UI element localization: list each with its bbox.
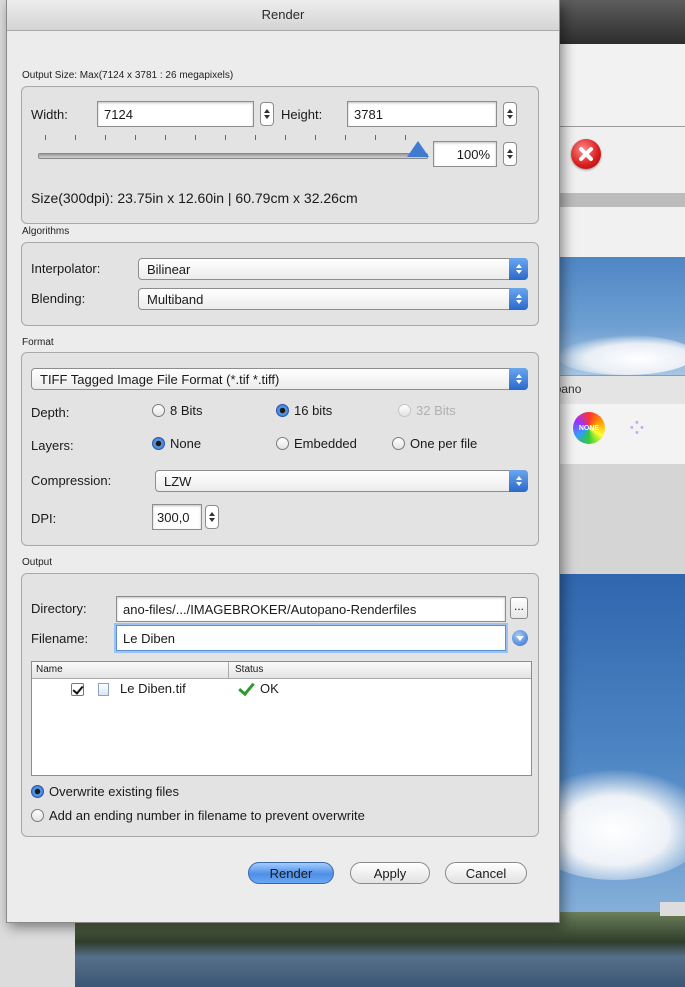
blending-select[interactable]: Multiband <box>138 288 528 310</box>
column-name[interactable]: Name <box>36 664 63 675</box>
depth-8-bits-label: 8 Bits <box>170 403 203 418</box>
ok-check-icon <box>238 678 255 697</box>
depth-8-bits-radio[interactable]: 8 Bits <box>152 403 203 418</box>
color-wheel-icon[interactable]: NONE <box>573 412 605 444</box>
blending-label: Blending: <box>31 291 86 306</box>
filename-input[interactable]: Le Diben <box>116 625 506 651</box>
background-panel-2 <box>540 207 685 257</box>
file-format-value: TIFF Tagged Image File Format (*.tif *.t… <box>40 372 280 387</box>
background-panel <box>540 44 685 127</box>
layers-one-per-file-label: One per file <box>410 436 478 451</box>
overwrite-label: Overwrite existing files <box>49 784 180 799</box>
layers-embedded-label: Embedded <box>294 436 357 451</box>
select-arrows-icon <box>509 258 528 280</box>
file-status: OK <box>260 681 279 696</box>
format-group: TIFF Tagged Image File Format (*.tif *.t… <box>21 352 539 546</box>
layers-embedded-radio[interactable]: Embedded <box>276 436 357 451</box>
select-arrows-icon <box>509 288 528 310</box>
file-format-select[interactable]: TIFF Tagged Image File Format (*.tif *.t… <box>31 368 528 390</box>
height-input[interactable]: 3781 <box>347 101 497 127</box>
width-label: Width: <box>31 107 68 122</box>
compression-select[interactable]: LZW <box>155 470 528 492</box>
output-group: Directory: ano-files/.../IMAGEBROKER/Aut… <box>21 573 539 837</box>
layers-none-label: None <box>170 436 202 451</box>
slider-track[interactable] <box>38 153 428 159</box>
directory-label: Directory: <box>31 601 87 616</box>
interpolator-value: Bilinear <box>147 262 191 277</box>
dots-icon[interactable]: ⁘ <box>626 413 658 443</box>
render-dialog: Render Output Size: Max(7124 x 3781 : 26… <box>6 0 560 923</box>
compression-value: LZW <box>164 474 192 489</box>
dpi-input[interactable]: 300,0 <box>152 504 202 530</box>
blending-value: Multiband <box>147 292 204 307</box>
file-name: Le Diben.tif <box>120 681 186 696</box>
column-status[interactable]: Status <box>235 664 263 675</box>
algorithms-label: Algorithms <box>22 226 70 237</box>
select-arrows-icon <box>509 368 528 390</box>
depth-label: Depth: <box>31 405 70 420</box>
background-panel-3 <box>540 464 685 574</box>
close-icon[interactable] <box>571 139 601 169</box>
select-arrows-icon <box>509 470 528 492</box>
size-info: Size(300dpi): 23.75in x 12.60in | 60.79c… <box>31 190 358 206</box>
background-divider <box>540 193 685 207</box>
background-icon-bar <box>540 404 685 464</box>
width-stepper[interactable] <box>260 102 274 126</box>
height-label: Height: <box>281 107 323 122</box>
file-checkbox[interactable] <box>71 683 84 696</box>
file-icon <box>98 683 109 696</box>
overwrite-radio[interactable]: Overwrite existing files <box>31 784 179 799</box>
output-label: Output <box>22 557 53 568</box>
zoom-stepper[interactable] <box>503 142 517 166</box>
format-label: Format <box>22 337 54 348</box>
table-row[interactable]: Le Diben.tif OK <box>32 678 531 700</box>
render-button[interactable]: Render <box>248 862 334 884</box>
interpolator-select[interactable]: Bilinear <box>138 258 528 280</box>
background-titlebar <box>540 0 685 44</box>
dialog-title: Render <box>7 0 559 31</box>
layers-none-radio[interactable]: None <box>152 436 201 451</box>
browse-button[interactable]: ... <box>510 597 528 619</box>
output-size-group: Width: 7124 Height: 3781 100% Size(300dp… <box>21 86 539 224</box>
algorithms-group: Interpolator: Bilinear Blending: Multiba… <box>21 242 539 326</box>
file-list[interactable]: Name Status Le Diben.tif OK <box>31 661 532 776</box>
depth-16-bits-radio[interactable]: 16 bits <box>276 403 332 418</box>
height-stepper[interactable] <box>503 102 517 126</box>
depth-16-bits-label: 16 bits <box>294 403 333 418</box>
filename-label: Filename: <box>31 631 89 646</box>
layers-one-per-file-radio[interactable]: One per file <box>392 436 477 451</box>
filename-dropdown-icon[interactable] <box>512 630 528 646</box>
interpolator-label: Interpolator: <box>31 261 101 276</box>
cancel-button[interactable]: Cancel <box>445 862 527 884</box>
add-number-radio[interactable]: Add an ending number in filename to prev… <box>31 808 365 823</box>
add-number-label: Add an ending number in filename to prev… <box>49 808 365 823</box>
landscape-image <box>75 912 685 987</box>
width-input[interactable]: 7124 <box>97 101 254 127</box>
none-badge: NONE <box>578 424 600 432</box>
output-size-label: Output Size: Max(7124 x 3781 : 26 megapi… <box>22 70 234 81</box>
layers-label: Layers: <box>31 438 74 453</box>
background-toolbar <box>540 127 685 193</box>
apply-button[interactable]: Apply <box>350 862 430 884</box>
depth-32-bits-radio: 32 Bits <box>398 403 456 418</box>
dpi-stepper[interactable] <box>205 505 219 529</box>
depth-32-bits-label: 32 Bits <box>416 403 456 418</box>
directory-input[interactable]: ano-files/.../IMAGEBROKER/Autopano-Rende… <box>116 596 506 622</box>
cloud-image <box>555 335 685 375</box>
file-list-header: Name Status <box>32 662 531 679</box>
compression-label: Compression: <box>31 473 112 488</box>
dpi-label: DPI: <box>31 511 57 526</box>
slider-thumb[interactable] <box>407 141 429 157</box>
zoom-percent-input[interactable]: 100% <box>433 141 497 167</box>
house-image <box>660 902 685 916</box>
